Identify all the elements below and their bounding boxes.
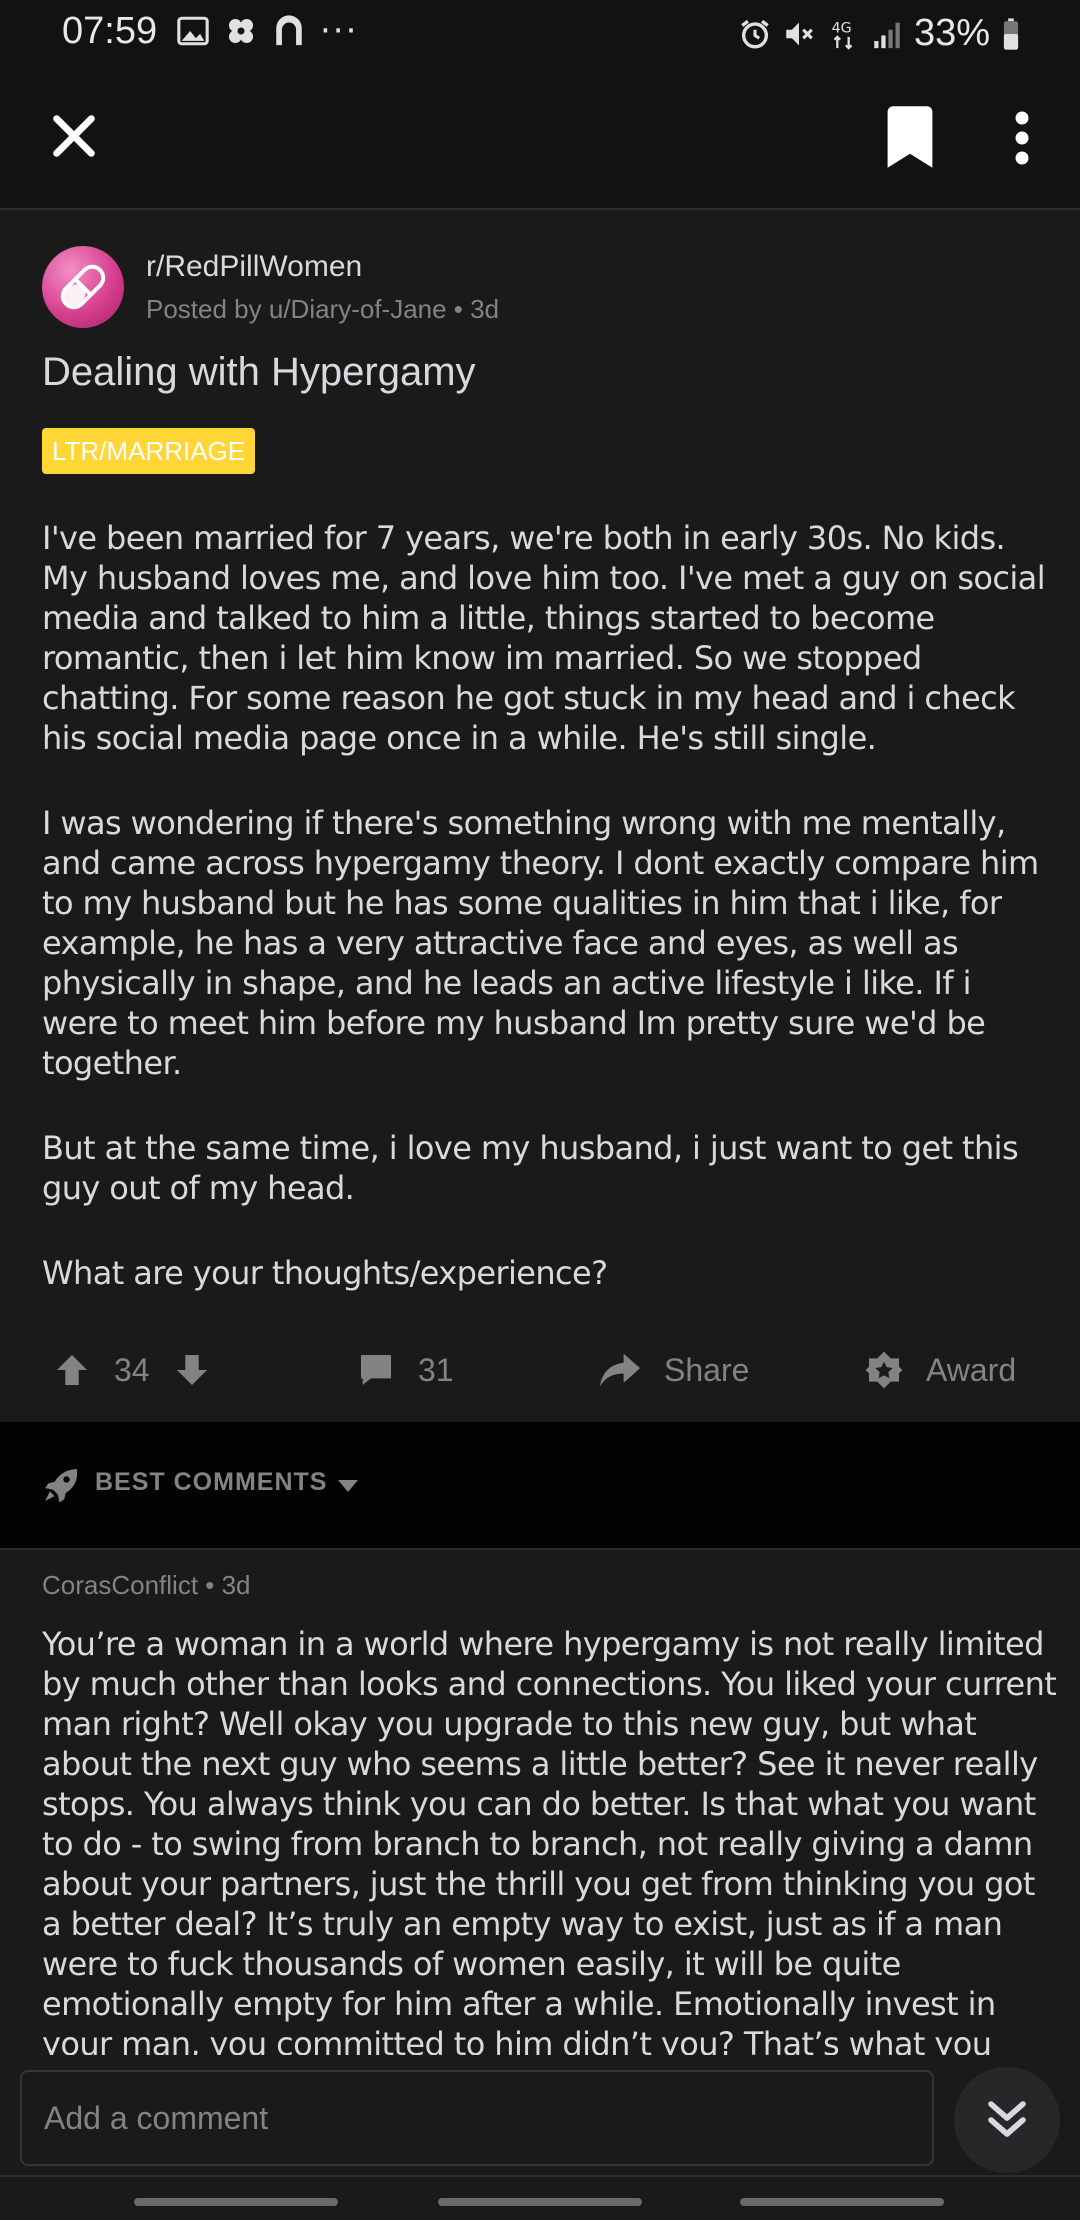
- image-icon: [177, 16, 209, 46]
- double-chevron-down-icon: [988, 2101, 1026, 2137]
- award-button[interactable]: Award: [864, 1330, 1016, 1410]
- comment-icon: [361, 1355, 391, 1385]
- comment[interactable]: CorasConflict • 3d You’re a woman in a w…: [0, 1550, 1080, 2055]
- chevron-down-icon: [338, 1480, 358, 1492]
- next-comment-button[interactable]: [954, 2067, 1060, 2173]
- svg-text:4G: 4G: [832, 20, 852, 36]
- award-icon: [865, 1351, 903, 1389]
- status-bar: 07:59 ··· 4G 33%: [0, 0, 1080, 64]
- upvote-icon[interactable]: [52, 1350, 92, 1390]
- post-title: Dealing with Hypergamy: [42, 350, 476, 394]
- status-notification-icons: ···: [176, 14, 358, 48]
- bookmark-icon[interactable]: [882, 106, 938, 168]
- comment-body: You’re a woman in a world where hypergam…: [42, 1625, 1057, 2055]
- vote-controls: 34: [52, 1330, 212, 1410]
- comment-sort-bar[interactable]: BEST COMMENTS: [0, 1422, 1080, 1550]
- post-meta[interactable]: Posted by u/Diary-of-Jane • 3d: [146, 294, 499, 325]
- post-body: I've been married for 7 years, we're bot…: [42, 518, 1052, 1338]
- more-notifications-indicator: ···: [320, 11, 359, 51]
- system-navigation-bar: [0, 2175, 1080, 2220]
- top-app-bar: [0, 64, 1080, 210]
- subreddit-name[interactable]: r/RedPillWomen: [146, 250, 362, 284]
- share-button[interactable]: Share: [598, 1330, 749, 1410]
- status-time: 07:59: [62, 10, 158, 52]
- comments-button[interactable]: 31: [356, 1330, 454, 1410]
- post-flair[interactable]: LTR/MARRIAGE: [42, 428, 256, 474]
- comment-composer: Add a comment: [0, 2055, 1080, 2175]
- post-paragraph: But at the same time, i love my husband,…: [42, 1129, 1019, 1207]
- post-paragraph: I was wondering if there's something wro…: [42, 804, 1039, 1082]
- score: 34: [114, 1351, 150, 1388]
- alarm-icon: [741, 19, 769, 48]
- comment-meta[interactable]: CorasConflict • 3d: [42, 1570, 251, 1601]
- post-actions: 34 31 Share Award: [0, 1330, 1080, 1410]
- subreddit-avatar[interactable]: [42, 246, 124, 328]
- award-label: Award: [926, 1351, 1017, 1388]
- downvote-icon[interactable]: [172, 1350, 212, 1390]
- post: r/RedPillWomen Posted by u/Diary-of-Jane…: [0, 210, 1080, 1422]
- battery-percent: 33%: [913, 12, 990, 54]
- sort-label: BEST COMMENTS: [95, 1468, 328, 1496]
- nav-recents-button[interactable]: [134, 2198, 338, 2206]
- share-icon: [600, 1353, 640, 1387]
- add-comment-input[interactable]: Add a comment: [20, 2070, 934, 2166]
- signal-icon: [874, 22, 900, 48]
- status-system-icons: 4G 33%: [738, 12, 1022, 55]
- battery-icon: [1003, 17, 1019, 50]
- nav-back-button[interactable]: [740, 2198, 944, 2206]
- pill-icon: [60, 264, 106, 310]
- more-vertical-icon[interactable]: [1000, 108, 1044, 168]
- post-paragraph: What are your thoughts/experience?: [42, 1254, 608, 1292]
- flower-icon: [228, 18, 254, 44]
- share-label: Share: [664, 1351, 750, 1388]
- comment-count: 31: [418, 1351, 454, 1388]
- mute-icon: [786, 22, 813, 45]
- arch-icon: [276, 15, 302, 46]
- post-paragraph: I've been married for 7 years, we're bot…: [42, 519, 1046, 757]
- network-4g-icon: 4G: [832, 20, 853, 50]
- rocket-icon: [45, 1469, 78, 1503]
- nav-home-button[interactable]: [438, 2198, 642, 2206]
- close-icon[interactable]: [48, 110, 100, 162]
